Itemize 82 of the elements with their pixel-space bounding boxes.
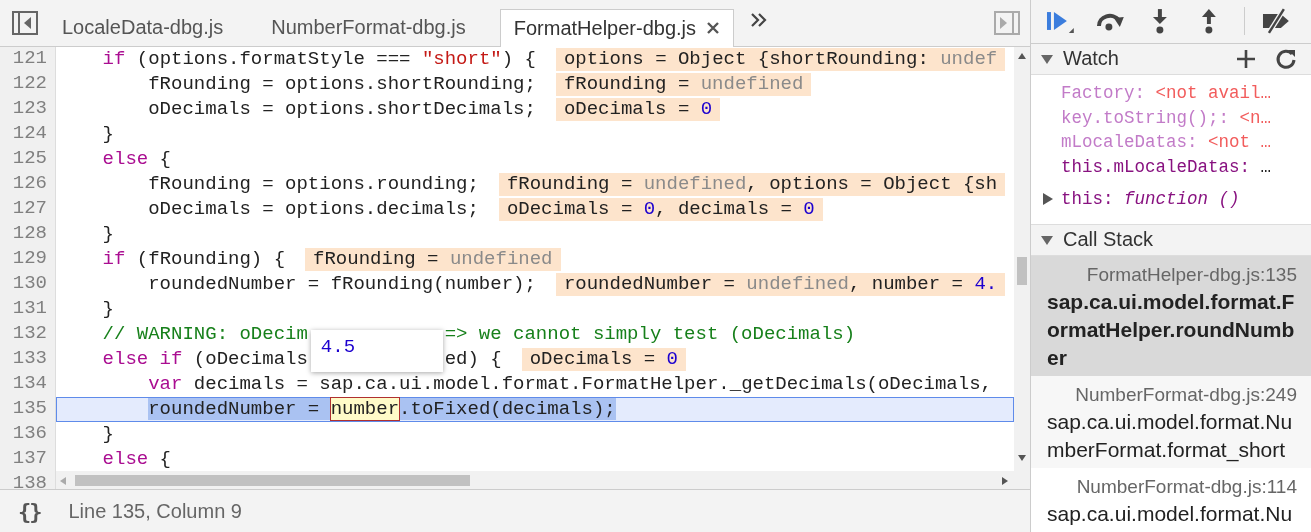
line-number: 121 — [11, 46, 48, 71]
line-number: 138 — [11, 471, 48, 490]
line-number: 127 — [11, 196, 48, 221]
code-line: else if (oDecimals — [101, 347, 308, 371]
refresh-icon[interactable] — [1275, 47, 1297, 70]
code-line: ed) { — [444, 347, 502, 371]
inline-value: oDecimals = 0, decimals = 0 — [498, 197, 823, 221]
line-number: 133 — [11, 346, 48, 371]
file-location: NumberFormat-dbg.js:249 — [1074, 383, 1297, 407]
code-line: // WARNING: oDecim — [101, 322, 308, 346]
line-number: 137 — [11, 446, 48, 471]
scroll-right-arrow-icon[interactable] — [1002, 477, 1008, 486]
scroll-up-arrow-icon[interactable] — [1018, 52, 1026, 59]
file-location: NumberFormat-dbg.js:114 — [1075, 475, 1297, 499]
scrollbar-thumb[interactable] — [75, 475, 470, 487]
code-line: var decimals = sap.ca.ui.model.format.FormatHelper._getDecimals(oDecimals, — [147, 372, 992, 396]
inline-value: oDecimals = 0 — [521, 347, 686, 371]
file-tab[interactable]: LocaleData-dbg.js — [48, 7, 238, 46]
function-name: sap.ca.ui.model.format.NumberFormat.format_short — [1047, 409, 1294, 464]
code-line: } — [101, 222, 114, 246]
line-number: 129 — [11, 246, 48, 271]
call-stack-frame[interactable]: FormatHelper-dbg.js:135 sap.ca.ui.model.format.FormatHelper.roundNumber — [1031, 256, 1311, 376]
line-number: 128 — [11, 221, 48, 246]
inline-value: options = Object {shortRounding: undef — [555, 47, 1006, 71]
line-number: 136 — [11, 421, 48, 446]
line-number: 123 — [11, 96, 48, 121]
watch-expression: mLocaleDatas: <not … — [1060, 131, 1273, 154]
function-name: sap.ca.ui.model.format.FormatHelper.roundNumber — [1047, 289, 1296, 371]
line-number: 134 — [11, 371, 48, 396]
add-icon[interactable] — [1235, 47, 1257, 70]
deactivate-breakpoints-icon[interactable] — [1261, 8, 1291, 35]
file-location: FormatHelper-dbg.js:135 — [1085, 263, 1297, 287]
code-line: fRounding = options.shortRounding; — [147, 72, 536, 96]
vertical-scrollbar[interactable] — [1014, 46, 1030, 490]
section-title[interactable]: Watch — [1063, 47, 1119, 71]
expand-triangle-icon[interactable] — [1043, 193, 1053, 206]
code-line: } — [101, 122, 114, 146]
inline-value: fRounding = undefined — [555, 72, 812, 96]
code-line: fRounding = options.rounding; — [147, 172, 479, 196]
double-chevron-icon[interactable] — [750, 11, 769, 28]
line-number: 132 — [11, 321, 48, 346]
horizontal-scrollbar[interactable] — [56, 471, 1014, 490]
file-tab[interactable]: FormatHelper-dbg.js — [499, 8, 735, 47]
line-number: 124 — [11, 121, 48, 146]
line-number: 125 — [11, 146, 48, 171]
code-line: if (options.formatStyle === "short") { — [101, 47, 536, 71]
code-line: oDecimals = options.shortDecimals; — [147, 97, 536, 121]
scroll-down-arrow-icon[interactable] — [1018, 454, 1026, 461]
sidebar-toggle-icon[interactable] — [12, 10, 38, 35]
collapse-triangle-icon[interactable] — [1041, 233, 1053, 246]
line-number: 130 — [11, 271, 48, 296]
call-stack-frame[interactable]: NumberFormat-dbg.js:249 sap.ca.ui.model.format.NumberFormat.format_short — [1031, 376, 1311, 468]
code-line: roundedNumber = fRounding(number); — [147, 272, 536, 296]
file-tab[interactable]: NumberFormat-dbg.js — [257, 7, 480, 46]
watch-expression: key.toString();: <n… — [1060, 106, 1273, 130]
collapse-triangle-icon[interactable] — [1041, 52, 1053, 65]
line-number: 122 — [11, 71, 48, 96]
code-line: } — [101, 297, 114, 321]
line-number: 131 — [11, 296, 48, 321]
inline-value: fRounding = undefined, options = Object {sh — [498, 172, 1006, 196]
inline-value: roundedNumber = undefined, number = 4. — [555, 272, 1006, 296]
code-line: oDecimals = options.decimals; — [147, 197, 479, 221]
line-number: 126 — [11, 171, 48, 196]
inline-value: oDecimals = 0 — [555, 97, 721, 121]
value-tooltip: 4.5 — [310, 329, 444, 372]
inline-value: fRounding = undefined — [305, 247, 561, 271]
call-stack-frame[interactable]: NumberFormat-dbg.js:114 sap.ca.ui.model.format.Nu — [1031, 468, 1311, 532]
cursor-position: Line 135, Column 9 — [68, 499, 242, 523]
function-name: sap.ca.ui.model.format.Nu — [1047, 501, 1294, 527]
sidebar-toggle-icon[interactable] — [994, 10, 1020, 35]
pretty-print-button[interactable]: {} — [14, 498, 45, 524]
line-number: 135 — [11, 396, 48, 421]
scrollbar-thumb[interactable] — [1017, 256, 1027, 285]
watch-property: this: function () — [1061, 188, 1240, 211]
watch-expression: Factory: <not avail… — [1060, 82, 1273, 105]
code-line: => we cannot simply test (oDecimals) — [444, 322, 856, 346]
code-line: if (fRounding) { — [101, 247, 286, 271]
watch-expression: this.mLocaleDatas: … — [1060, 155, 1273, 179]
code-line: else { — [101, 447, 172, 471]
close-icon[interactable] — [706, 21, 721, 36]
code-line: else { — [101, 147, 172, 171]
code-line: } — [101, 422, 114, 446]
